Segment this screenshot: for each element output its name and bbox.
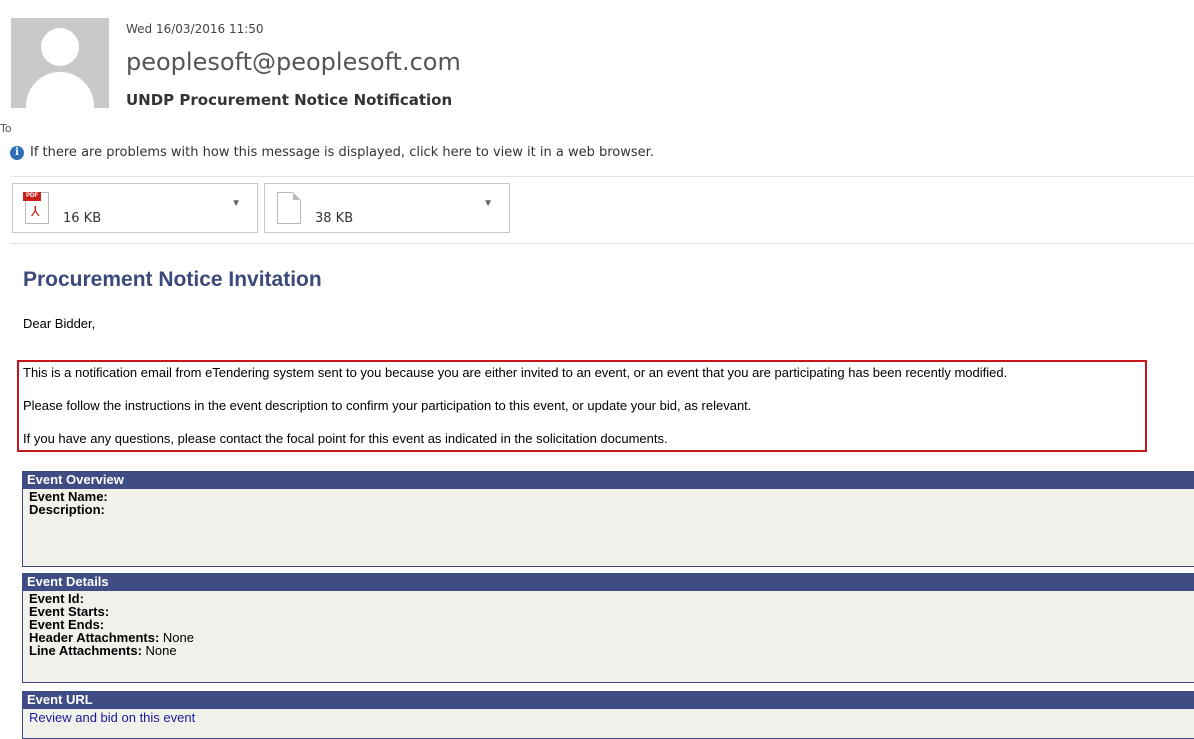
description-row: Description: — [29, 503, 1188, 516]
event-ends-row: Event Ends: — [29, 618, 1188, 631]
event-details-body: Event Id: Event Starts: Event Ends: Head… — [22, 591, 1194, 683]
header-attachments-row: Header Attachments: None — [29, 631, 1188, 644]
sender-avatar — [11, 18, 109, 108]
attachment-size: 38 KB — [315, 211, 354, 226]
email-date: Wed 16/03/2016 11:50 — [126, 22, 264, 36]
pdf-icon-tag: PDF — [23, 192, 41, 201]
document-icon — [277, 192, 301, 224]
event-overview-section: Event Overview Event Name: Description: — [22, 471, 1194, 567]
info-icon: i — [10, 145, 24, 160]
attachment-size: 16 KB — [63, 211, 102, 226]
event-overview-body: Event Name: Description: — [22, 489, 1194, 567]
divider — [10, 243, 1194, 244]
info-bar[interactable]: i If there are problems with how this me… — [10, 145, 654, 160]
avatar-body-shape — [26, 72, 94, 108]
description-label: Description: — [29, 502, 105, 517]
attachment-pdf[interactable]: PDF ⅄ 16 KB ▼ — [12, 183, 258, 233]
line-attachments-row: Line Attachments: None — [29, 644, 1188, 657]
chevron-down-icon[interactable]: ▼ — [483, 198, 493, 209]
paragraph-questions: If you have any questions, please contac… — [23, 431, 668, 446]
salutation: Dear Bidder, — [23, 316, 96, 331]
event-url-heading: Event URL — [22, 691, 1194, 709]
paragraph-instructions: Please follow the instructions in the ev… — [23, 398, 752, 413]
attachment-document[interactable]: 38 KB ▼ — [264, 183, 510, 233]
event-id-row: Event Id: — [29, 592, 1188, 605]
info-message[interactable]: If there are problems with how this mess… — [30, 145, 654, 160]
paragraph-notification: This is a notification email from eTende… — [23, 365, 1008, 380]
line-attachments-label: Line Attachments: — [29, 643, 142, 658]
divider — [10, 176, 1194, 177]
event-url-section: Event URL Review and bid on this event — [22, 691, 1194, 739]
avatar-head-shape — [41, 28, 79, 66]
event-details-heading: Event Details — [22, 573, 1194, 591]
notice-title: Procurement Notice Invitation — [23, 268, 322, 291]
to-label: To — [0, 122, 12, 135]
event-overview-heading: Event Overview — [22, 471, 1194, 489]
chevron-down-icon[interactable]: ▼ — [231, 198, 241, 209]
acrobat-symbol: ⅄ — [31, 203, 40, 219]
document-fold — [293, 192, 301, 200]
event-name-row: Event Name: — [29, 490, 1188, 503]
line-attachments-value: None — [145, 643, 177, 658]
event-details-section: Event Details Event Id: Event Starts: Ev… — [22, 573, 1194, 683]
email-subject: UNDP Procurement Notice Notification — [126, 91, 453, 109]
review-bid-link[interactable]: Review and bid on this event — [29, 710, 195, 725]
event-starts-row: Event Starts: — [29, 605, 1188, 618]
event-url-body: Review and bid on this event — [22, 709, 1194, 739]
pdf-icon: PDF ⅄ — [23, 192, 49, 224]
email-sender[interactable]: peoplesoft@peoplesoft.com — [126, 48, 461, 76]
